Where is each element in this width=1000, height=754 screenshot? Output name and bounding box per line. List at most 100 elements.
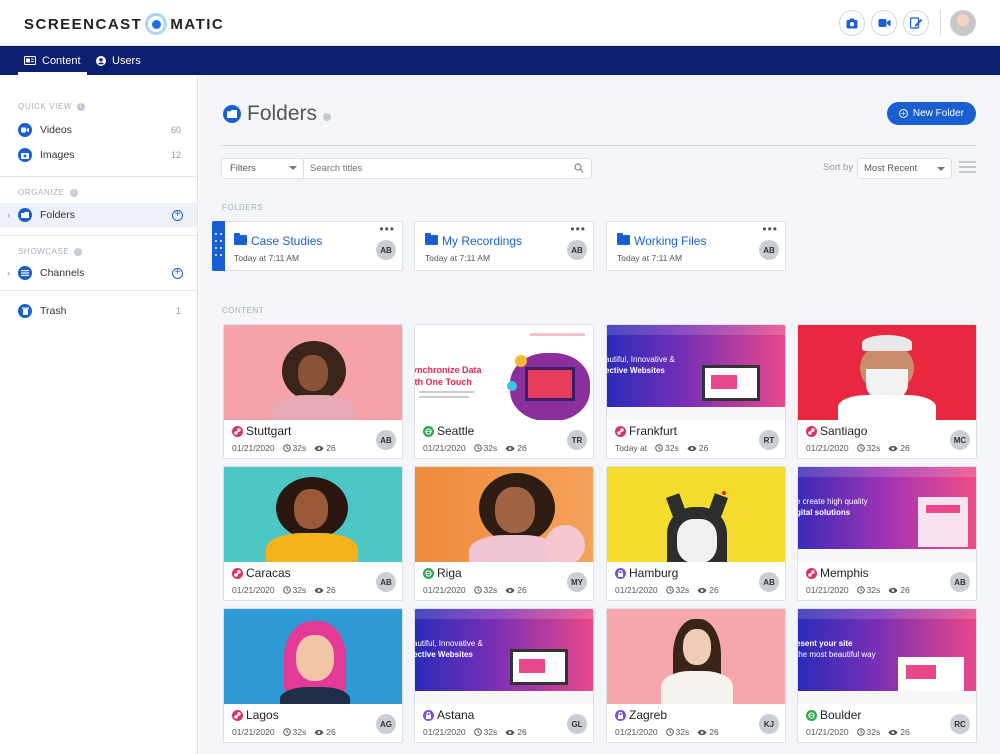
info-icon[interactable] (323, 113, 332, 121)
editor-button[interactable] (903, 10, 929, 36)
content-title[interactable]: Zagreb (629, 708, 667, 722)
sidebar-item-videos[interactable]: Videos 60 (0, 118, 197, 142)
quick-view-heading: QUICK VIEW i (18, 102, 86, 111)
thumbnail-image[interactable]: autiful, Innovative & ective Websites (607, 325, 785, 420)
views: 26 (888, 727, 910, 737)
capture-screenshot-button[interactable] (839, 10, 865, 36)
folder-date: Today at 7:11 AM (617, 253, 683, 263)
sidebar-item-label: Videos (40, 124, 72, 136)
content-card[interactable]: Santiago 01/21/2020 32s 26 MC (797, 324, 977, 459)
folder-card[interactable]: Working Files Today at 7:11 AM ••• AB (606, 221, 786, 271)
content-title[interactable]: Lagos (246, 708, 279, 722)
content-title[interactable]: Boulder (820, 708, 861, 722)
content-date: 01/21/2020 (806, 585, 849, 595)
thumbnail-image[interactable] (798, 325, 976, 420)
tab-content[interactable]: Content (18, 46, 87, 75)
owner-avatar: GL (567, 714, 587, 734)
sidebar-item-images[interactable]: Images 12 (0, 143, 197, 167)
content-card[interactable]: Caracas 01/21/2020 32s 26 AB (223, 466, 403, 601)
drag-handle-icon[interactable] (212, 221, 225, 271)
folder-card[interactable]: Case Studies Today at 7:11 AM ••• AB (212, 221, 403, 271)
content-card[interactable]: e create high quality gital solutions Memp… (797, 466, 977, 601)
views-value: 26 (900, 443, 910, 453)
add-folder-icon[interactable]: + (172, 209, 183, 221)
folder-name[interactable]: Working Files (634, 234, 706, 248)
content-card[interactable]: autiful, Innovative & ective Websites Asta… (414, 608, 594, 743)
thumbnail-image[interactable] (415, 467, 593, 562)
globe-icon (423, 426, 434, 437)
new-folder-button[interactable]: + New Folder (886, 102, 976, 125)
more-options-icon[interactable]: ••• (570, 223, 586, 235)
folder-name[interactable]: Case Studies (251, 234, 322, 248)
more-options-icon[interactable]: ••• (379, 223, 395, 235)
clock-icon (473, 444, 482, 452)
duration: 32s (665, 585, 689, 595)
more-options-icon[interactable]: ••• (762, 223, 778, 235)
info-icon[interactable]: i (77, 102, 86, 111)
page-title: Folders (223, 102, 332, 126)
info-icon[interactable]: i (74, 247, 83, 256)
duration: 32s (473, 443, 498, 453)
content-card[interactable]: Stuttgart 01/21/2020 32s 26 AB (223, 324, 403, 459)
content-card[interactable]: autiful, Innovative & ective Websites Fran… (606, 324, 786, 459)
content-title[interactable]: Memphis (820, 566, 869, 580)
top-header: SCREENCAST MATIC (0, 0, 1000, 46)
logo-text-left: SCREENCAST (24, 15, 143, 33)
thumbnail-image[interactable] (607, 467, 785, 562)
content-card[interactable]: Lagos 01/21/2020 32s 26 AG (223, 608, 403, 743)
thumbnail-image[interactable]: autiful, Innovative & ective Websites (415, 609, 593, 704)
sidebar-item-channels[interactable]: › Channels + (0, 261, 197, 285)
thumbnail-image[interactable] (224, 467, 402, 562)
folder-card[interactable]: My Recordings Today at 7:11 AM ••• AB (414, 221, 594, 271)
eye-icon (314, 729, 324, 735)
content-card[interactable]: Hamburg 01/21/2020 32s 26 AB (606, 466, 786, 601)
content-title[interactable]: Seattle (437, 424, 474, 438)
chevron-down-icon (937, 167, 945, 175)
content-card[interactable]: Riga 01/21/2020 32s 26 MY (414, 466, 594, 601)
thumbnail-image[interactable] (224, 325, 402, 420)
record-video-button[interactable] (871, 10, 897, 36)
list-view-icon[interactable] (959, 161, 976, 176)
user-avatar[interactable] (950, 10, 976, 36)
content-date: 01/21/2020 (423, 585, 466, 595)
thumbnail-image[interactable] (224, 609, 402, 704)
sidebar-item-trash[interactable]: Trash 1 (0, 299, 197, 323)
sort-dropdown[interactable]: Most Recent (857, 158, 952, 179)
add-channel-icon[interactable]: + (172, 267, 183, 279)
content-card[interactable]: Zagreb 01/21/2020 32s 26 KJ (606, 608, 786, 743)
thumbnail-image[interactable]: e create high quality gital solutions (798, 467, 976, 562)
chevron-right-icon[interactable]: › (7, 210, 10, 220)
content-card[interactable]: ynchronize Data ith One Touch Seattle 01/21… (414, 324, 594, 459)
trash-icon (18, 304, 32, 318)
content-title[interactable]: Santiago (820, 424, 867, 438)
thumbnail-image[interactable]: ynchronize Data ith One Touch (415, 325, 593, 420)
content-title[interactable]: Caracas (246, 566, 291, 580)
filters-dropdown[interactable]: Filters (222, 159, 304, 178)
eye-icon (314, 445, 324, 451)
chevron-right-icon[interactable]: › (7, 268, 10, 278)
duration-value: 32s (292, 585, 307, 595)
owner-avatar: RC (950, 714, 970, 734)
content-title[interactable]: Astana (437, 708, 474, 722)
content-title[interactable]: Stuttgart (246, 424, 291, 438)
shared-folder-icon (234, 233, 247, 245)
content-title[interactable]: Hamburg (629, 566, 678, 580)
views: 26 (314, 585, 336, 595)
owner-avatar: AB (376, 240, 396, 260)
thumbnail-image[interactable] (607, 609, 785, 704)
content-card[interactable]: esent your site the most beautiful way Bou… (797, 608, 977, 743)
edit-icon (909, 17, 922, 29)
app-logo[interactable]: SCREENCAST MATIC (24, 13, 224, 35)
search-icon[interactable] (574, 163, 584, 173)
sidebar-item-folders[interactable]: › Folders + (0, 203, 197, 227)
tab-content-label: Content (42, 54, 81, 67)
tab-users[interactable]: Users (96, 46, 141, 75)
thumbnail-image[interactable]: esent your site the most beautiful way (798, 609, 976, 704)
duration-value: 32s (483, 443, 498, 453)
sidebar-item-label: Folders (40, 209, 76, 221)
info-icon[interactable]: i (69, 188, 78, 197)
search-input[interactable] (310, 159, 560, 178)
content-title[interactable]: Frankfurt (629, 424, 677, 438)
folder-name[interactable]: My Recordings (442, 234, 522, 248)
content-title[interactable]: Riga (437, 566, 462, 580)
